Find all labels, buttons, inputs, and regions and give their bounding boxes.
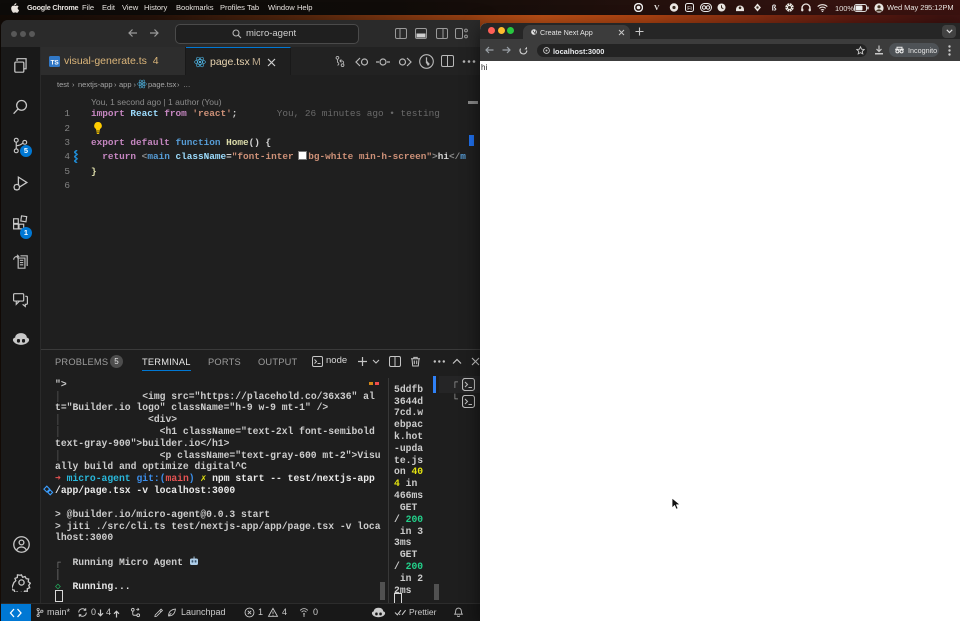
svg-text:Fi: Fi [687,6,691,12]
svg-text:ß: ß [772,4,777,13]
svg-text:TS: TS [50,59,59,66]
